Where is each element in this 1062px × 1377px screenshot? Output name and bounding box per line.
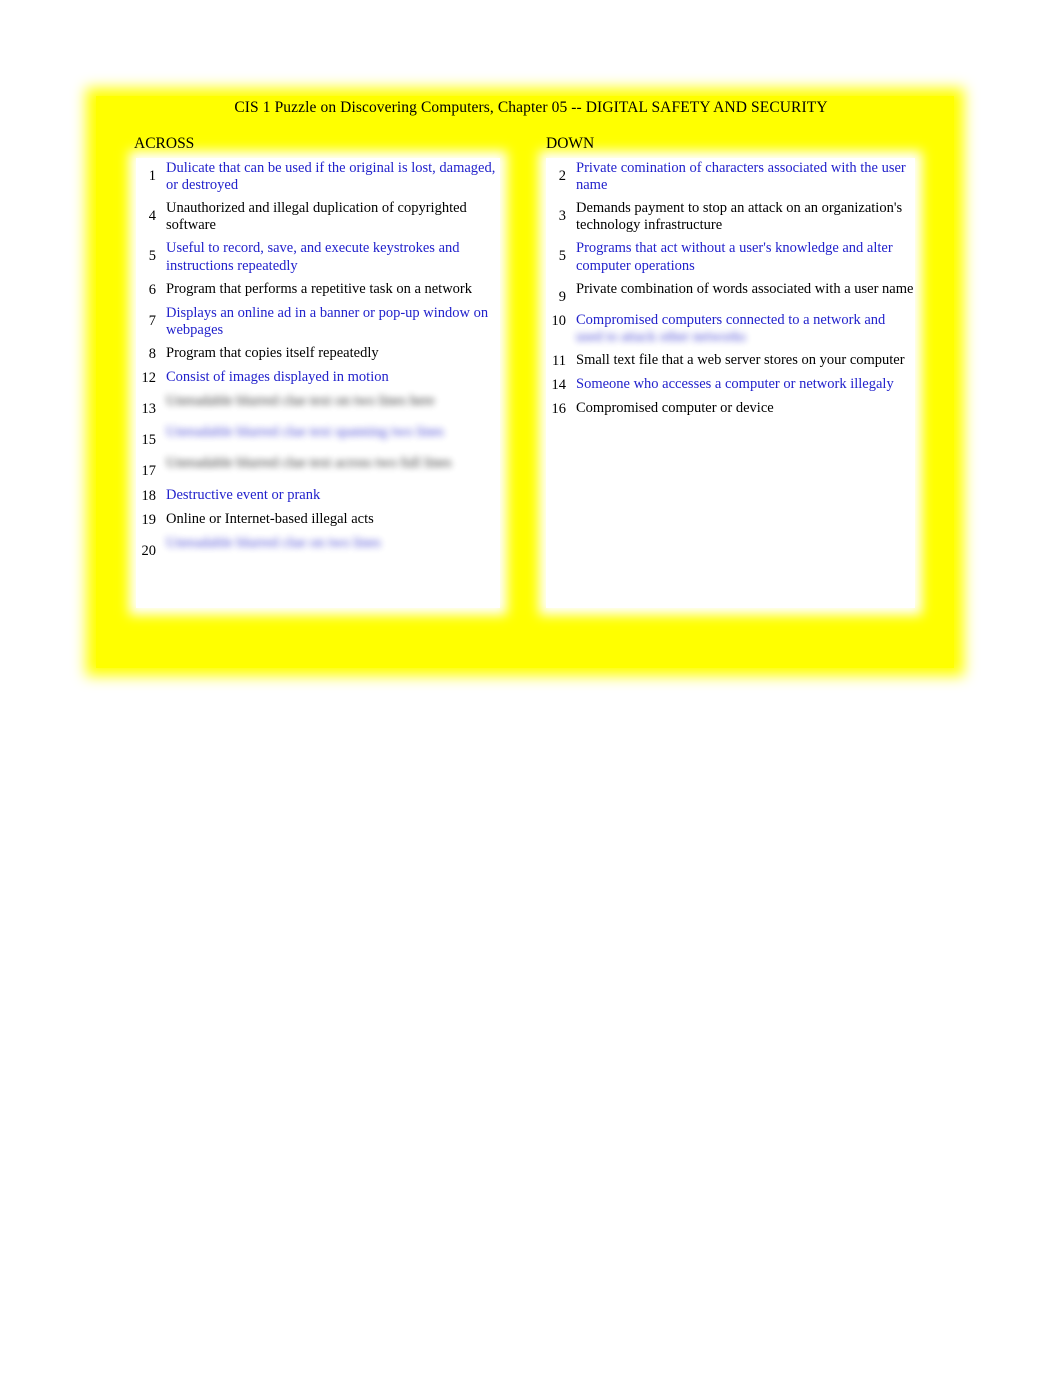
clue-text: Displays an online ad in a banner or pop… [166, 304, 489, 338]
clue-text: Programs that act without a user's knowl… [576, 240, 893, 274]
clue-number: 6 [148, 281, 156, 298]
clue-row: 15 Unreadable blurred clue text spanning … [136, 424, 500, 449]
clue-text: Dulicate that can be used if the origina… [166, 160, 496, 194]
clue-number: 4 [148, 208, 156, 225]
clue-text: Unreadable blurred clue text spanning tw… [166, 424, 444, 441]
clue-number: 12 [141, 370, 157, 387]
clue-text: Compromised computers connected to a net… [576, 312, 915, 346]
clue-text: Small text file that a web server stores… [576, 351, 905, 368]
clue-number: 8 [148, 345, 156, 362]
clue-text: Program that performs a repetitive task … [166, 280, 473, 297]
clue-row: 17 Unreadable blurred clue text across tw… [136, 455, 500, 480]
clue-number: 13 [141, 401, 157, 418]
clue-text: Unreadable blurred clue text on two line… [166, 393, 435, 410]
clue-text: Consist of images displayed in motion [166, 369, 389, 386]
clue-row: 5 Programs that act without a user's know… [546, 240, 915, 274]
clue-row: 9 Private combination of words associated… [546, 281, 915, 306]
clue-row: 16 Compromised computer or device [546, 400, 915, 418]
clue-row: 12 Consist of images displayed in motion [136, 369, 500, 387]
down-clue-list: 2 Private comination of characters associ… [546, 160, 915, 424]
clue-row: 7 Displays an online ad in a banner or po… [136, 305, 500, 339]
clue-number: 19 [141, 511, 157, 528]
clue-number: 9 [558, 288, 566, 305]
clue-row: 3 Demands payment to stop an attack on an… [546, 200, 915, 234]
clue-number: 18 [141, 487, 157, 504]
clue-text: Unreadable blurred clue text across two … [166, 455, 452, 472]
clue-row: 6 Program that performs a repetitive task… [136, 281, 500, 299]
clue-number: 5 [558, 248, 566, 265]
clue-text-blurred-tail: used to attack other networks [576, 328, 746, 345]
page-title: CIS 1 Puzzle on Discovering Computers, C… [234, 99, 828, 116]
down-section-heading: DOWN [546, 135, 595, 152]
clue-number: 2 [558, 168, 566, 184]
clue-row: 19 Online or Internet-based illegal acts [136, 511, 500, 529]
across-clue-list: 1 Dulicate that can be used if the origin… [136, 160, 500, 566]
clue-number: 20 [141, 542, 157, 559]
clue-text: Program that copies itself repeatedly [166, 344, 379, 361]
clue-number: 15 [141, 432, 157, 449]
clue-number: 16 [551, 401, 567, 418]
clue-row: 5 Useful to record, save, and execute key… [136, 240, 500, 274]
clue-row: 20 Unreadable blurred clue on two lines [136, 535, 500, 560]
clue-text: Demands payment to stop an attack on an … [576, 200, 903, 234]
clue-row: 11 Small text file that a web server stor… [546, 352, 915, 370]
clue-text: Unreadable blurred clue on two lines [166, 534, 381, 551]
clue-number: 10 [551, 312, 567, 329]
clue-number: 5 [148, 248, 156, 265]
clue-text: Destructive event or prank [166, 486, 321, 503]
clue-row: 10 Compromised computers connected to a n… [546, 312, 915, 346]
clue-text: Useful to record, save, and execute keys… [166, 240, 460, 274]
clue-row: 1 Dulicate that can be used if the origin… [136, 160, 500, 194]
clue-text: Someone who accesses a computer or netwo… [576, 376, 894, 393]
clue-number: 14 [551, 377, 567, 394]
clue-row: 13 Unreadable blurred clue text on two li… [136, 393, 500, 418]
clue-row: 2 Private comination of characters associ… [546, 160, 915, 194]
clue-row: 14 Someone who accesses a computer or net… [546, 376, 915, 394]
across-section-heading: ACROSS [134, 135, 195, 152]
clue-text: Private comination of characters associa… [576, 160, 906, 194]
clue-number: 11 [552, 352, 566, 369]
clue-number: 7 [148, 312, 156, 329]
clue-row: 18 Destructive event or prank [136, 487, 500, 505]
clue-number: 1 [148, 168, 156, 184]
clue-number: 17 [141, 463, 157, 480]
clue-number: 3 [558, 208, 566, 225]
clue-text: Unauthorized and illegal duplication of … [166, 200, 467, 234]
clue-text: Compromised computer or device [576, 400, 774, 417]
clue-row: 4 Unauthorized and illegal duplication of… [136, 200, 500, 234]
clue-row: 8 Program that copies itself repeatedly [136, 345, 500, 363]
clue-text: Private combination of words associated … [576, 280, 914, 297]
clue-text: Online or Internet-based illegal acts [166, 510, 374, 527]
